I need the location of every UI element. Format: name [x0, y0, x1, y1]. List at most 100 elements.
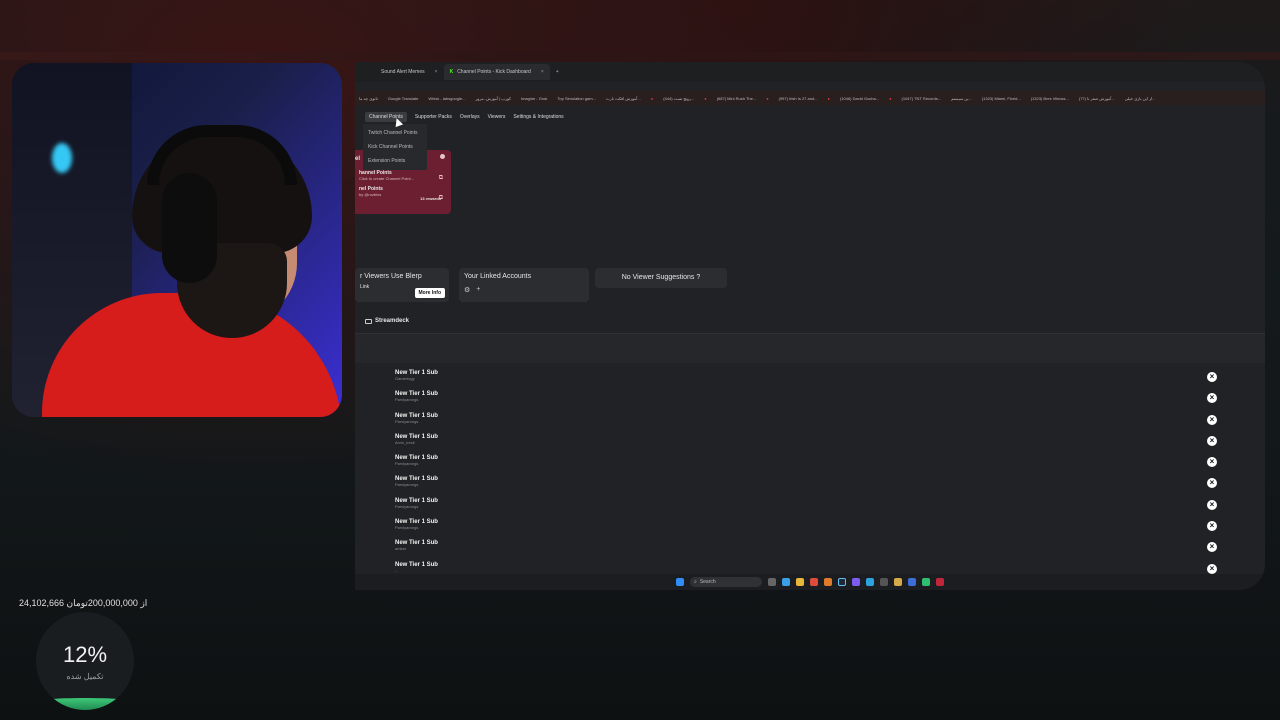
tab-label: Channel Points - Kick Dashboard — [457, 69, 531, 75]
alerts-header — [355, 333, 1265, 363]
alert-title: New Tier 1 Sub — [395, 412, 438, 419]
remove-icon[interactable]: × — [1207, 414, 1217, 425]
more-info-button[interactable]: More Info — [414, 288, 445, 298]
app-icon[interactable] — [922, 578, 930, 586]
nav-overlays[interactable]: Overlays — [460, 114, 480, 120]
remove-icon[interactable]: × — [1207, 435, 1217, 446]
linked-accounts-card: Your Linked Accounts ⚙ + — [459, 268, 589, 302]
external-link-icon[interactable]: ⧉ — [439, 175, 443, 182]
add-icon[interactable]: + — [476, 286, 480, 294]
dropdown-item-kick[interactable]: Kick Channel Points — [363, 140, 427, 154]
progress-fill — [36, 698, 134, 710]
viewer-suggestions-card: No Viewer Suggestions ? — [595, 268, 727, 288]
list-item[interactable]: New Tier 1 Sub Arvin_iresil × — [355, 431, 1265, 452]
streamdeck-icon — [365, 318, 372, 324]
tab-channel-points[interactable]: K Channel Points - Kick Dashboard × — [443, 64, 550, 80]
bookmark-item[interactable]: Whisk - labsgoogle... — [428, 96, 465, 101]
bookmark-item[interactable]: Google Translate — [388, 96, 418, 101]
list-item[interactable]: New Tier 1 Sub Parviyarongs × — [355, 410, 1265, 431]
alert-title: New Tier 1 Sub — [395, 561, 438, 568]
bookmark-item[interactable]: کورپ | آموزش..مرور — [475, 96, 511, 101]
streamdeck-header[interactable]: Streamdeck — [365, 318, 409, 324]
help-icon[interactable]: ? — [696, 274, 700, 281]
remove-icon[interactable]: × — [1207, 499, 1217, 510]
alert-title: New Tier 1 Sub — [395, 370, 438, 376]
list-item[interactable]: New Tier 1 Sub Parviyarongs × — [355, 388, 1265, 409]
app-icon[interactable] — [880, 578, 888, 586]
list-item[interactable]: New Tier 1 Sub Gamerlogy × — [355, 367, 1265, 388]
telegram-icon[interactable] — [866, 578, 874, 586]
dropdown-item-twitch[interactable]: Twitch Channel Points — [363, 126, 427, 140]
bookmark-item[interactable]: (77) آموزش صفر تا... — [1079, 96, 1115, 101]
app-icon[interactable] — [894, 578, 902, 586]
list-item[interactable]: New Tier 1 Sub Parviyarongs × — [355, 495, 1265, 516]
list-item[interactable]: New Tier 1 Sub Parviyarongs × — [355, 473, 1265, 494]
tab-label: Sound Alert Memes — [381, 69, 425, 75]
search-icon: ⌕ — [694, 579, 697, 585]
bookmark-item[interactable]: (1323) Bres Vileoss... — [1031, 96, 1069, 101]
nav-supporter-packs[interactable]: Supporter Packs — [415, 114, 452, 120]
bookmark-item[interactable]: از این بازی خیلی... — [1125, 96, 1156, 101]
alert-title: New Tier 1 Sub — [395, 391, 438, 398]
alert-user: ... — [395, 567, 399, 573]
external-link-icon[interactable]: ⧉ — [439, 195, 443, 202]
browser-window: Sound Alert Memes × K Channel Points - K… — [355, 62, 1265, 590]
app-icon[interactable] — [908, 578, 916, 586]
app-icon[interactable] — [824, 578, 832, 586]
chrome-icon[interactable] — [810, 578, 818, 586]
remove-icon[interactable]: × — [1207, 372, 1217, 382]
kick-icon: K — [449, 69, 454, 75]
bookmark-item[interactable]: Top Simulation gam... — [557, 96, 595, 101]
edge-icon[interactable] — [782, 578, 790, 586]
bookmark-item[interactable]: (997) Irish Is 27 and... — [779, 96, 818, 101]
headphone-band — [147, 125, 297, 185]
card-header-fragment: el — [355, 156, 361, 162]
app-icon[interactable] — [852, 578, 860, 586]
bookmark-item[interactable]: ین سیستم... — [951, 96, 972, 101]
remove-icon[interactable]: × — [1207, 563, 1217, 574]
folder-icon[interactable] — [796, 578, 804, 586]
tab-sound-alert[interactable]: Sound Alert Memes × — [375, 64, 444, 80]
bookmark-item[interactable]: (444) رونچ تست... — [663, 96, 694, 101]
alert-user: Parviyarongs — [395, 503, 419, 509]
nav-settings[interactable]: Settings & Integrations — [513, 114, 563, 120]
headphone-icon — [162, 173, 217, 283]
youtube-icon: ● — [650, 95, 654, 101]
youtube-icon: ● — [704, 95, 707, 101]
bookmark-item[interactable]: آموزش افکت نارت... — [606, 96, 641, 101]
bookmark-item[interactable]: (687) Mini Rush The... — [717, 96, 757, 101]
alert-user: Parviyarongs — [395, 461, 419, 467]
webcam-light — [52, 143, 72, 173]
alert-user: Parviyarongs — [395, 418, 419, 424]
windows-start-icon[interactable] — [676, 578, 684, 586]
alert-title: New Tier 1 Sub — [395, 433, 438, 440]
progress-label: تکمیل شده — [66, 672, 104, 681]
alert-user: Parviyarongs — [395, 525, 419, 531]
close-icon[interactable]: × — [541, 69, 544, 75]
bookmark-item[interactable]: ثانوی چه ما — [359, 96, 378, 101]
donation-progress: 12% تکمیل شده — [36, 612, 134, 710]
dropdown-item-extension[interactable]: Extension Points — [363, 154, 427, 168]
nav-viewers[interactable]: Viewers — [488, 114, 506, 120]
bookmark-item[interactable]: Imagine - Grok — [521, 96, 547, 101]
task-view-icon[interactable] — [768, 578, 776, 586]
new-tab-button[interactable]: + — [556, 69, 559, 75]
bookmark-item[interactable]: (1046) David Gocha... — [840, 96, 879, 101]
tab-bar: Sound Alert Memes × K Channel Points - K… — [355, 62, 1265, 82]
alert-title: New Tier 1 Sub — [395, 455, 438, 462]
close-icon[interactable]: × — [435, 69, 438, 75]
bookmark-item[interactable]: (1323) Miami, Florid... — [982, 96, 1021, 101]
streamdeck-label: Streamdeck — [375, 318, 410, 324]
list-item[interactable]: New Tier 1 Sub Parviyarongs × — [355, 452, 1265, 473]
steam-icon[interactable] — [838, 578, 846, 586]
card-title: No Viewer Suggestions — [621, 274, 695, 281]
alert-user: Parviyarongs — [395, 397, 419, 403]
youtube-icon: ● — [889, 95, 892, 101]
bookmarks-bar: ثانوی چه ما Google Translate Whisk - lab… — [355, 91, 1265, 105]
gear-icon[interactable]: ⚙ — [464, 286, 470, 294]
bookmark-item[interactable]: (1047) TNT Records... — [902, 96, 942, 101]
list-item[interactable]: New Tier 1 Sub Parviyarongs × — [355, 516, 1265, 537]
taskbar-search[interactable]: ⌕ Search — [690, 577, 762, 587]
app-icon[interactable] — [936, 578, 944, 586]
list-item[interactable]: New Tier 1 Sub amber × — [355, 537, 1265, 558]
